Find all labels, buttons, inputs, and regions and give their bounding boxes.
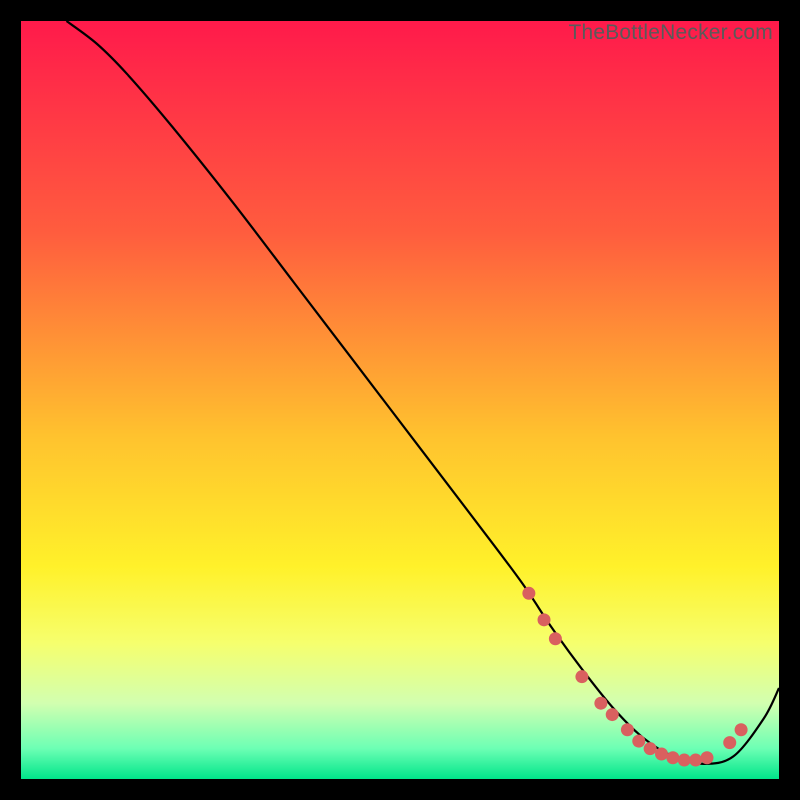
marker-dot (606, 708, 619, 721)
marker-dot (723, 736, 736, 749)
watermark-text: TheBottleNecker.com (568, 21, 773, 45)
marker-dot (655, 747, 668, 760)
marker-dot (644, 742, 657, 755)
marker-dot (678, 754, 691, 767)
bottleneck-chart (21, 21, 779, 779)
marker-dot (700, 751, 713, 764)
marker-dot (666, 751, 679, 764)
gradient-background (21, 21, 779, 779)
marker-dot (632, 735, 645, 748)
chart-frame: TheBottleNecker.com (21, 21, 779, 779)
marker-dot (689, 754, 702, 767)
marker-dot (621, 723, 634, 736)
marker-dot (522, 587, 535, 600)
marker-dot (538, 613, 551, 626)
marker-dot (735, 723, 748, 736)
marker-dot (575, 670, 588, 683)
marker-dot (549, 632, 562, 645)
marker-dot (594, 697, 607, 710)
